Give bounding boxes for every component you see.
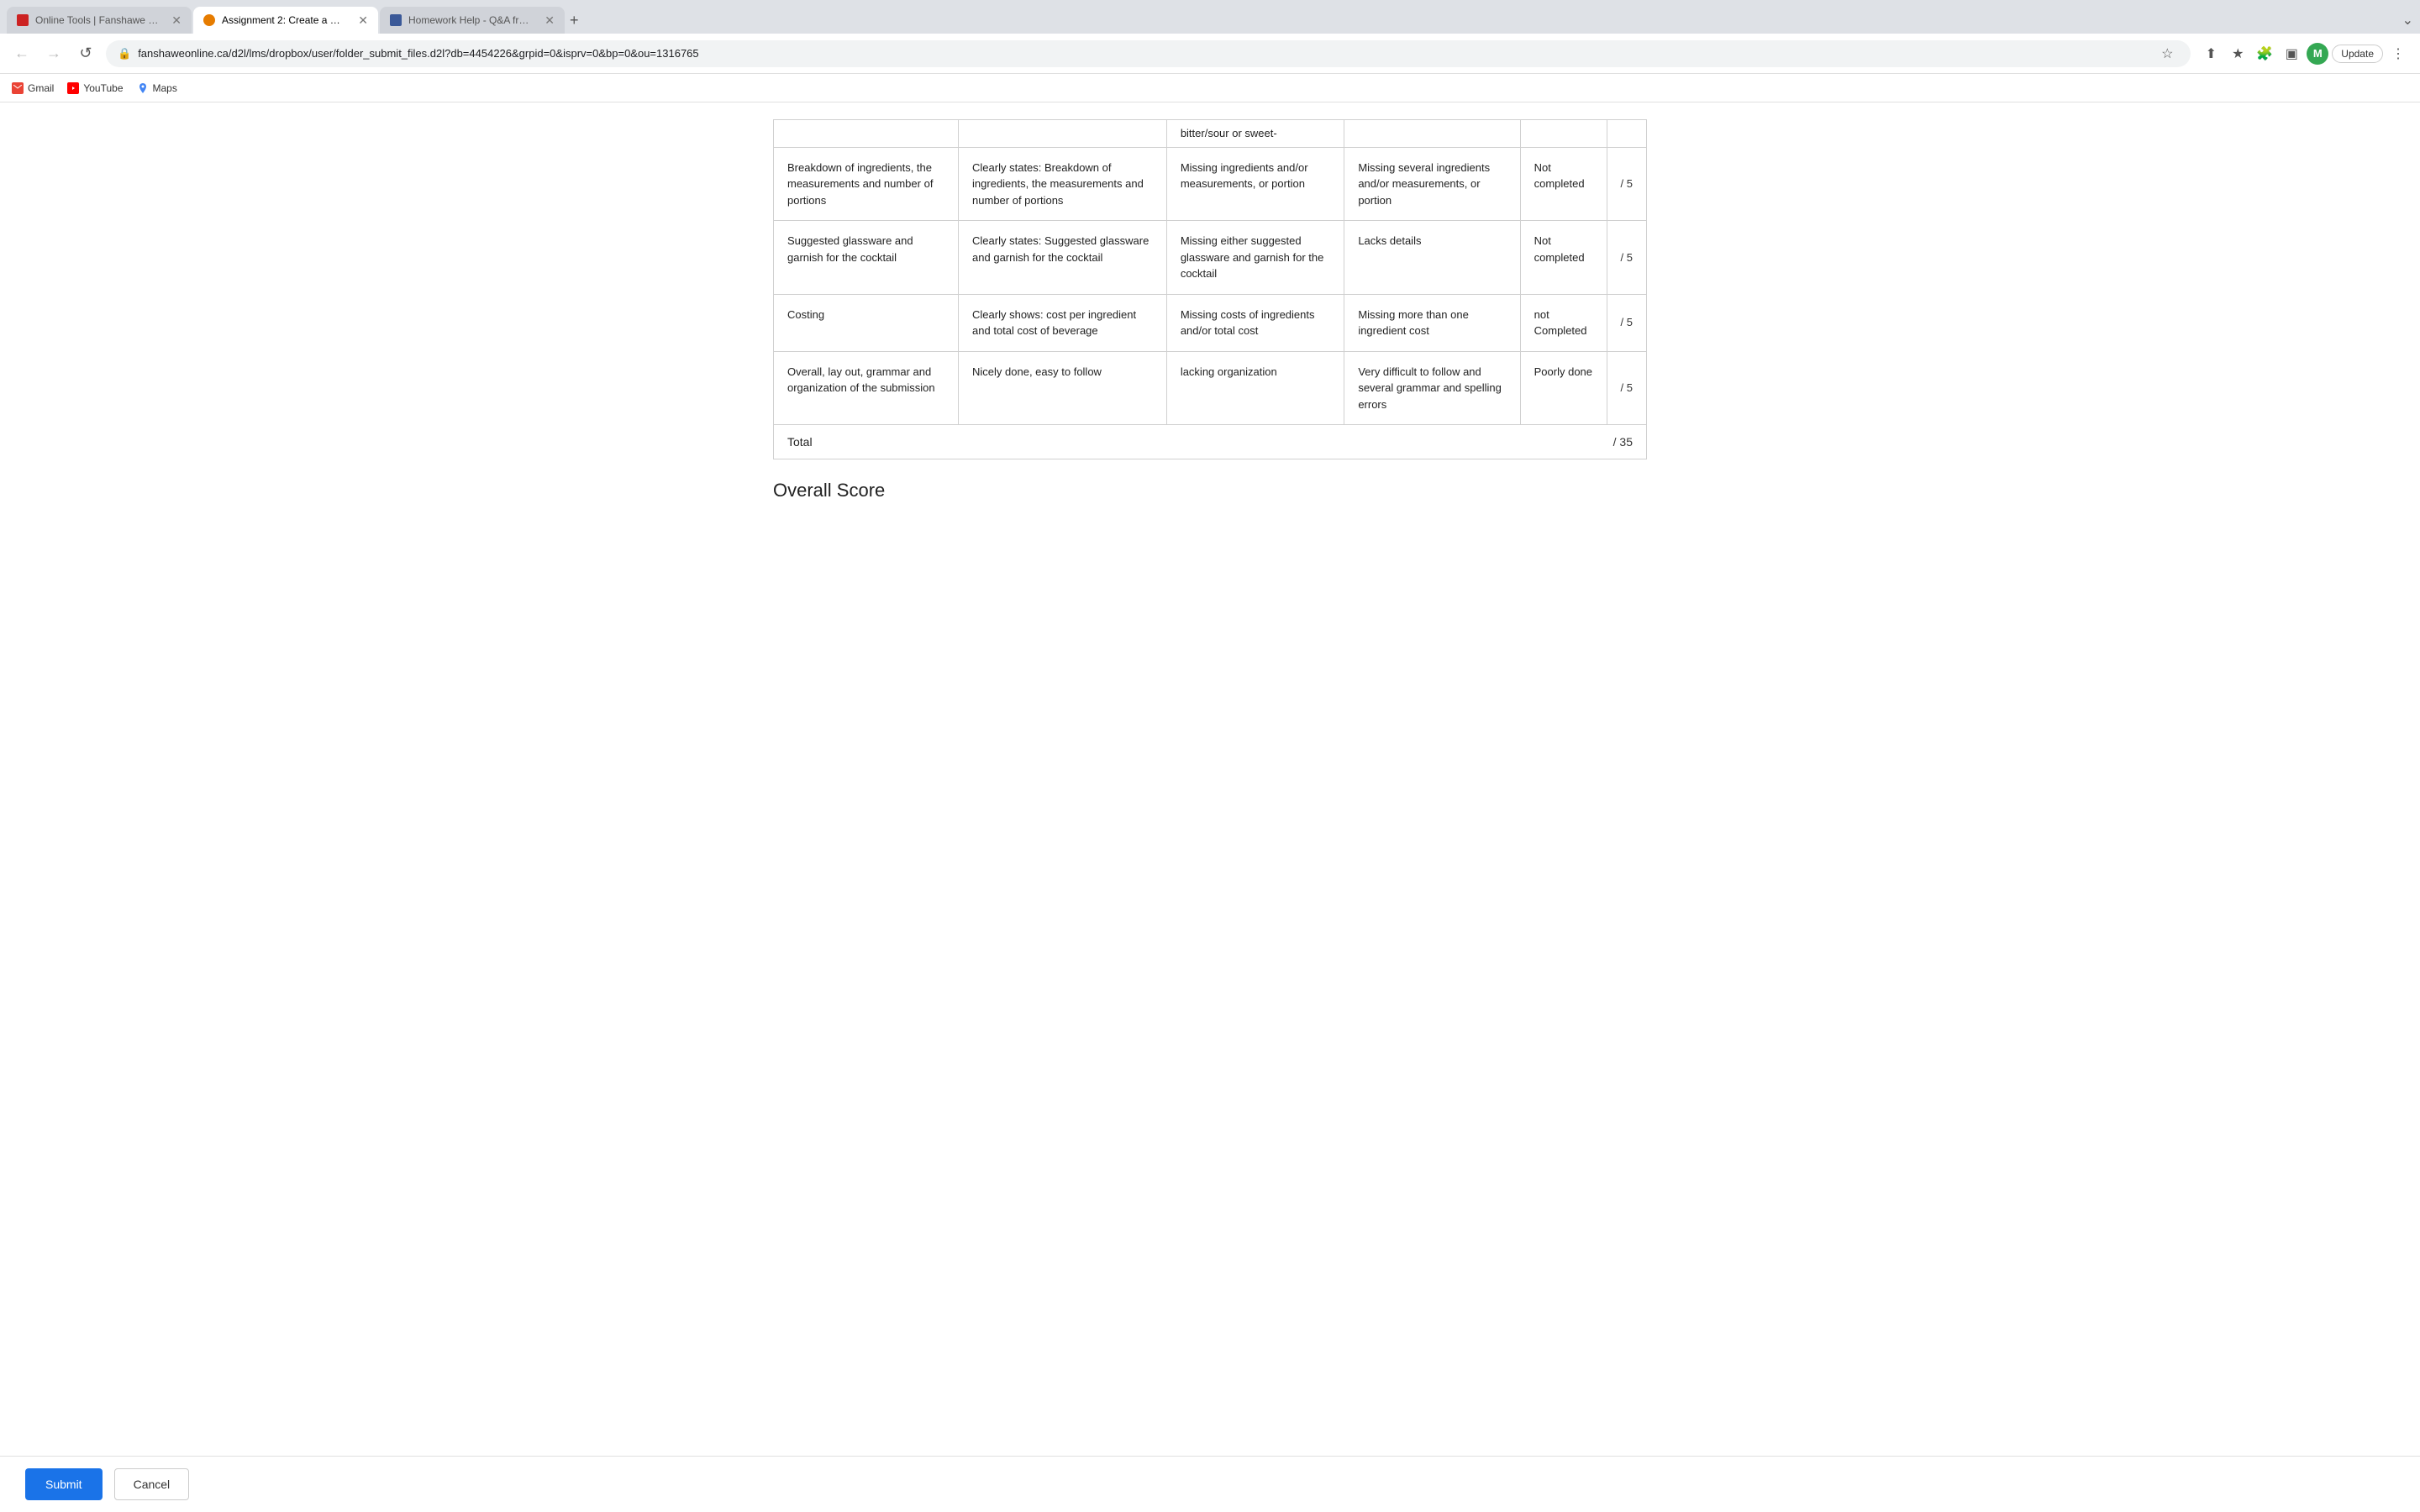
bookmark-youtube[interactable]: YouTube xyxy=(67,82,123,94)
table-row-partial: bitter/sour or sweet- xyxy=(774,120,1647,148)
total-label: Total xyxy=(787,435,1613,449)
excellent-4: Nicely done, easy to follow xyxy=(959,351,1167,425)
star-button[interactable]: ★ xyxy=(2226,42,2249,66)
browser-toolbar-right: ⬆ ★ 🧩 ▣ M Update ⋮ xyxy=(2199,42,2410,66)
tab-1-title: Online Tools | Fanshawe Colle... xyxy=(35,14,160,26)
address-bar-row: ← → ↺ 🔒 fanshaweonline.ca/d2l/lms/dropbo… xyxy=(0,34,2420,74)
criterion-2: Suggested glassware and garnish for the … xyxy=(774,221,959,295)
tab-2-close[interactable]: ✕ xyxy=(358,13,368,28)
extensions-button[interactable]: 🧩 xyxy=(2253,42,2276,66)
partial-notdone-cell xyxy=(1520,120,1607,148)
criterion-4: Overall, lay out, grammar and organizati… xyxy=(774,351,959,425)
sidebar-button[interactable]: ▣ xyxy=(2280,42,2303,66)
table-row: Suggested glassware and garnish for the … xyxy=(774,221,1647,295)
minimal-1: Missing several ingredients and/or measu… xyxy=(1344,147,1520,221)
total-row: Total / 35 xyxy=(773,425,1647,459)
partial-score-cell xyxy=(1607,120,1647,148)
gmail-label: Gmail xyxy=(28,82,54,94)
minimal-3: Missing more than one ingredient cost xyxy=(1344,294,1520,351)
update-button[interactable]: Update xyxy=(2332,45,2383,63)
score-2: / 5 xyxy=(1607,221,1647,295)
tab-3[interactable]: Homework Help - Q&A from O... ✕ xyxy=(380,7,565,34)
excellent-2: Clearly states: Suggested glassware and … xyxy=(959,221,1167,295)
bottom-actions: Submit Cancel xyxy=(0,1456,2420,1512)
partial-1: Missing ingredients and/or measurements,… xyxy=(1166,147,1344,221)
partial-excellent-cell xyxy=(959,120,1167,148)
address-bar[interactable]: 🔒 fanshaweonline.ca/d2l/lms/dropbox/user… xyxy=(106,40,2191,67)
youtube-label: YouTube xyxy=(83,82,123,94)
tab-2[interactable]: Assignment 2: Create a Cockta... ✕ xyxy=(193,7,378,34)
minimal-2: Lacks details xyxy=(1344,221,1520,295)
content-inner: bitter/sour or sweet- Breakdown of ingre… xyxy=(748,102,1672,552)
back-button[interactable]: ← xyxy=(10,42,34,66)
tab-3-title: Homework Help - Q&A from O... xyxy=(408,14,533,26)
maps-favicon xyxy=(137,82,149,94)
partial-3: Missing costs of ingredients and/or tota… xyxy=(1166,294,1344,351)
tab-2-title: Assignment 2: Create a Cockta... xyxy=(222,14,346,26)
tab-1-close[interactable]: ✕ xyxy=(171,13,182,28)
forward-button[interactable]: → xyxy=(42,42,66,66)
bookmarks-bar: Gmail YouTube Maps xyxy=(0,74,2420,102)
new-tab-button[interactable]: + xyxy=(570,12,579,29)
profile-button[interactable]: M xyxy=(2307,43,2328,65)
table-row: Overall, lay out, grammar and organizati… xyxy=(774,351,1647,425)
cancel-button[interactable]: Cancel xyxy=(114,1468,190,1500)
partial-minimal-cell xyxy=(1344,120,1520,148)
bookmark-maps[interactable]: Maps xyxy=(137,82,177,94)
partial-criterion-cell xyxy=(774,120,959,148)
partial-2: Missing either suggested glassware and g… xyxy=(1166,221,1344,295)
menu-button[interactable]: ⋮ xyxy=(2386,42,2410,66)
notdone-3: not Completed xyxy=(1520,294,1607,351)
lock-icon: 🔒 xyxy=(118,47,131,60)
minimal-4: Very difficult to follow and several gra… xyxy=(1344,351,1520,425)
bookmark-star-icon[interactable]: ☆ xyxy=(2155,42,2179,66)
partial-4: lacking organization xyxy=(1166,351,1344,425)
table-row: Breakdown of ingredients, the measuremen… xyxy=(774,147,1647,221)
share-button[interactable]: ⬆ xyxy=(2199,42,2223,66)
notdone-1: Not completed xyxy=(1520,147,1607,221)
youtube-favicon xyxy=(67,82,79,94)
reload-button[interactable]: ↺ xyxy=(74,42,97,66)
excellent-3: Clearly shows: cost per ingredient and t… xyxy=(959,294,1167,351)
bookmark-gmail[interactable]: Gmail xyxy=(12,82,54,94)
homework-favicon xyxy=(390,14,402,26)
table-row: Costing Clearly shows: cost per ingredie… xyxy=(774,294,1647,351)
browser-frame: Online Tools | Fanshawe Colle... ✕ Assig… xyxy=(0,0,2420,1512)
address-text: fanshaweonline.ca/d2l/lms/dropbox/user/f… xyxy=(138,47,2149,60)
tab-list-end[interactable]: ⌄ xyxy=(2402,12,2413,29)
partial-top-text: bitter/sour or sweet- xyxy=(1166,120,1344,148)
fanshawe-favicon xyxy=(17,14,29,26)
score-4: / 5 xyxy=(1607,351,1647,425)
page-content: bitter/sour or sweet- Breakdown of ingre… xyxy=(0,102,2420,1512)
tab-bar: Online Tools | Fanshawe Colle... ✕ Assig… xyxy=(0,0,2420,34)
maps-label: Maps xyxy=(153,82,177,94)
gmail-favicon xyxy=(12,82,24,94)
total-score: / 35 xyxy=(1613,435,1633,449)
overall-score-heading: Overall Score xyxy=(773,480,1647,501)
score-1: / 5 xyxy=(1607,147,1647,221)
assignment-favicon xyxy=(203,14,215,26)
notdone-2: Not completed xyxy=(1520,221,1607,295)
rubric-table: bitter/sour or sweet- Breakdown of ingre… xyxy=(773,119,1647,425)
score-3: / 5 xyxy=(1607,294,1647,351)
criterion-1: Breakdown of ingredients, the measuremen… xyxy=(774,147,959,221)
notdone-4: Poorly done xyxy=(1520,351,1607,425)
criterion-3: Costing xyxy=(774,294,959,351)
excellent-1: Clearly states: Breakdown of ingredients… xyxy=(959,147,1167,221)
tab-3-close[interactable]: ✕ xyxy=(544,13,555,28)
tab-1[interactable]: Online Tools | Fanshawe Colle... ✕ xyxy=(7,7,192,34)
submit-button[interactable]: Submit xyxy=(25,1468,103,1500)
